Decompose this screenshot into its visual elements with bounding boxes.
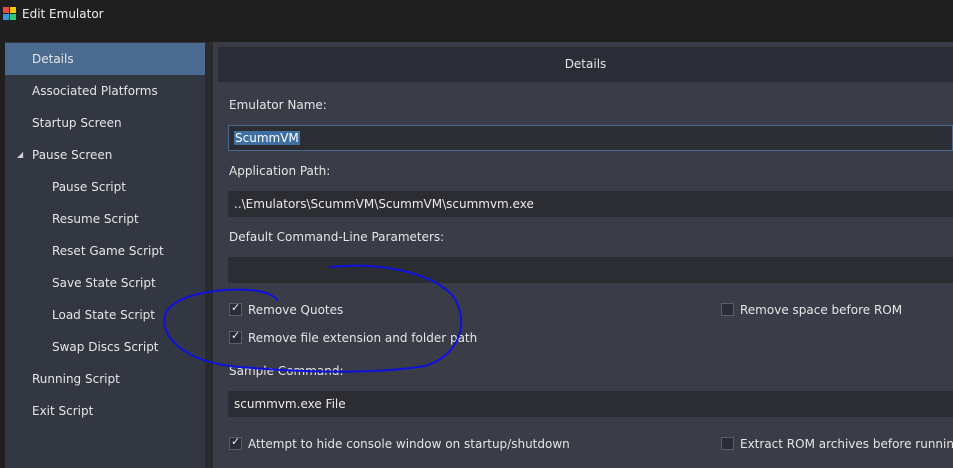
remove-quotes-checkbox[interactable]: ✓ [229,301,242,316]
sidebar-item-pause-screen[interactable]: ◢ Pause Screen [5,139,205,171]
sidebar-item-label: Swap Discs Script [52,340,159,354]
sidebar-item-reset-game-script[interactable]: Reset Game Script [5,235,205,267]
checkmark-icon: ✓ [231,329,241,342]
emulator-name-label: Emulator Name: [229,98,327,112]
command-line-label: Default Command-Line Parameters: [229,230,445,244]
sidebar-item-pause-script[interactable]: Pause Script [5,171,205,203]
sidebar-item-save-state-script[interactable]: Save State Script [5,267,205,299]
sample-command-output: scummvm.exe File [228,391,953,417]
sidebar-item-label: Load State Script [52,308,155,322]
remove-space-label[interactable]: Remove space before ROM [740,303,902,317]
sidebar-item-details[interactable]: Details [5,43,205,75]
sample-command-label: Sample Command: [229,364,344,378]
checkmark-icon: ✓ [231,301,241,314]
window-title: Edit Emulator [22,7,104,21]
sidebar-item-label: Associated Platforms [32,84,158,98]
checkmark-icon: ✓ [231,435,241,448]
expanded-caret-icon[interactable]: ◢ [17,139,23,171]
sidebar-item-label: Exit Script [32,404,94,418]
remove-space-checkbox[interactable] [721,303,734,316]
application-path-input[interactable]: ..\Emulators\ScummVM\ScummVM\scummvm.exe [228,191,953,217]
sidebar-item-resume-script[interactable]: Resume Script [5,203,205,235]
sidebar-item-associated-platforms[interactable]: Associated Platforms [5,75,205,107]
command-line-input[interactable] [228,257,953,283]
sidebar-item-label: Resume Script [52,212,139,226]
sidebar-splitter[interactable] [205,42,213,468]
hide-console-label[interactable]: Attempt to hide console window on startu… [248,437,570,451]
details-panel: Details Emulator Name: ScummVM Applicati… [213,42,953,468]
sidebar-item-startup-screen[interactable]: Startup Screen [5,107,205,139]
application-path-label: Application Path: [229,164,331,178]
extract-rom-label[interactable]: Extract ROM archives before running [740,437,953,451]
sidebar-item-load-state-script[interactable]: Load State Script [5,299,205,331]
sidebar-item-label: Reset Game Script [52,244,164,258]
app-logo-icon [3,7,16,20]
sidebar-item-swap-discs-script[interactable]: Swap Discs Script [5,331,205,363]
sidebar-item-exit-script[interactable]: Exit Script [5,395,205,427]
emulator-name-value: ScummVM [234,131,300,145]
emulator-name-input[interactable]: ScummVM [228,125,953,151]
sidebar-item-label: Details [32,52,74,66]
sidebar-item-running-script[interactable]: Running Script [5,363,205,395]
hide-console-checkbox[interactable]: ✓ [229,435,242,450]
sidebar-item-label: Pause Screen [32,148,113,162]
sidebar-nav: Details Associated Platforms Startup Scr… [5,42,205,468]
remove-extension-label[interactable]: Remove file extension and folder path [248,331,477,345]
sidebar-item-label: Running Script [32,372,120,386]
sidebar-item-label: Pause Script [52,180,126,194]
remove-extension-checkbox[interactable]: ✓ [229,329,242,344]
panel-header: Details [218,47,953,82]
remove-quotes-label[interactable]: Remove Quotes [248,303,343,317]
title-bar: Edit Emulator [0,0,953,29]
sidebar-item-label: Save State Script [52,276,156,290]
sidebar-item-label: Startup Screen [32,116,122,130]
extract-rom-checkbox[interactable] [721,437,734,450]
